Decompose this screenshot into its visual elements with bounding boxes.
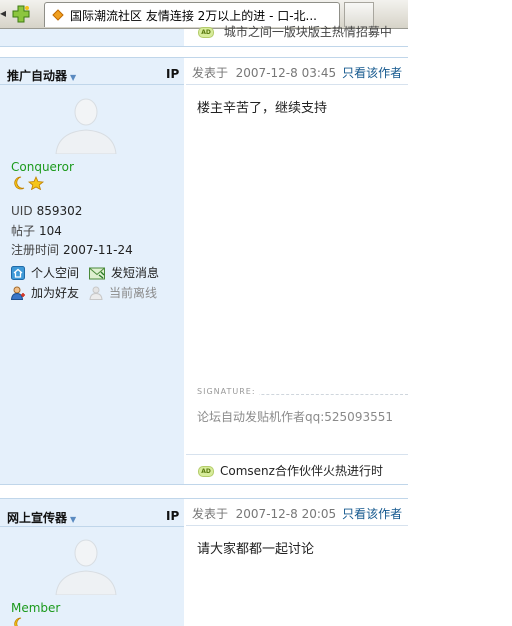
tab-title: 国际潮流社区 友情连接 2万以上的进 - 口-北...	[70, 9, 317, 23]
new-tab-plus-icon[interactable]	[10, 3, 32, 25]
browser-viewport: ◂ 国际潮流社区 友情连接 2万以上的进 - 口-北... AD 城市之间一版块…	[0, 0, 408, 626]
post1-signature: 论坛自动发贴机作者qq:525093551	[197, 410, 393, 424]
signature-label: SIGNATURE:	[197, 387, 259, 396]
divider	[0, 84, 184, 85]
post1-avatar-icon[interactable]	[54, 94, 118, 154]
send-message-link[interactable]: 发短消息	[89, 264, 159, 281]
post1-message: 楼主辛苦了，继续支持	[197, 101, 328, 116]
previous-post-footer: AD 城市之间一版块版主热情招募中	[0, 25, 408, 56]
post1-meta: 发表于 2007-12-8 03:45 只看该作者	[192, 66, 403, 80]
online-status: 当前离线	[89, 284, 157, 301]
author-menu-chevron-icon[interactable]: ▼	[70, 515, 76, 524]
post1-author-name[interactable]: 推广自动器 ▼	[7, 67, 76, 84]
previous-ad-text: 城市之间一版块版主热情招募中	[223, 25, 392, 39]
post1-uid: UID 859302	[11, 204, 83, 218]
post1-ip-label: IP	[166, 67, 180, 81]
post1-rank-stars-icon	[14, 176, 45, 190]
post1-post-count: 帖子 104	[11, 224, 62, 238]
post1-rank: Conqueror	[11, 160, 74, 174]
tab-scroll-left-icon[interactable]: ◂	[0, 6, 6, 20]
page-favicon-icon	[52, 9, 64, 21]
divider	[186, 525, 408, 526]
post1-register-date: 注册时间 2007-11-24	[11, 243, 133, 257]
previous-post-left-panel	[0, 29, 184, 46]
post1-content-panel	[186, 57, 408, 494]
divider	[0, 57, 408, 58]
only-author-link[interactable]: 只看该作者	[342, 507, 402, 521]
divider	[0, 526, 184, 527]
previous-ad-row[interactable]: AD 城市之间一版块版主热情招募中	[198, 23, 392, 40]
post2-avatar-icon[interactable]	[54, 535, 118, 595]
post2-message: 请大家都都一起讨论	[197, 542, 315, 557]
post2-rank-moon-icon	[14, 617, 22, 626]
ad-badge: AD	[198, 27, 214, 38]
home-icon	[11, 266, 25, 280]
post1-ad-row[interactable]: AD Comsenz合作伙伴火热进行时	[198, 462, 383, 479]
only-author-link[interactable]: 只看该作者	[342, 66, 402, 80]
divider	[186, 454, 408, 455]
offline-user-icon	[89, 286, 103, 300]
add-friend-icon	[10, 286, 25, 300]
post2-ip-label: IP	[166, 509, 180, 523]
add-friend-link[interactable]: 加为好友	[10, 284, 79, 301]
divider	[186, 84, 408, 85]
personal-space-link[interactable]: 个人空间	[11, 264, 79, 281]
post-gap	[0, 484, 408, 498]
divider	[0, 484, 408, 485]
post2-rank: Member	[11, 601, 61, 615]
envelope-icon	[89, 267, 105, 280]
post2-author-name[interactable]: 网上宣传器 ▼	[7, 509, 76, 526]
divider	[0, 46, 408, 47]
ad-badge: AD	[198, 466, 214, 477]
author-menu-chevron-icon[interactable]: ▼	[70, 73, 76, 82]
post2-meta: 发表于 2007-12-8 20:05 只看该作者	[192, 507, 403, 521]
divider	[0, 498, 408, 499]
